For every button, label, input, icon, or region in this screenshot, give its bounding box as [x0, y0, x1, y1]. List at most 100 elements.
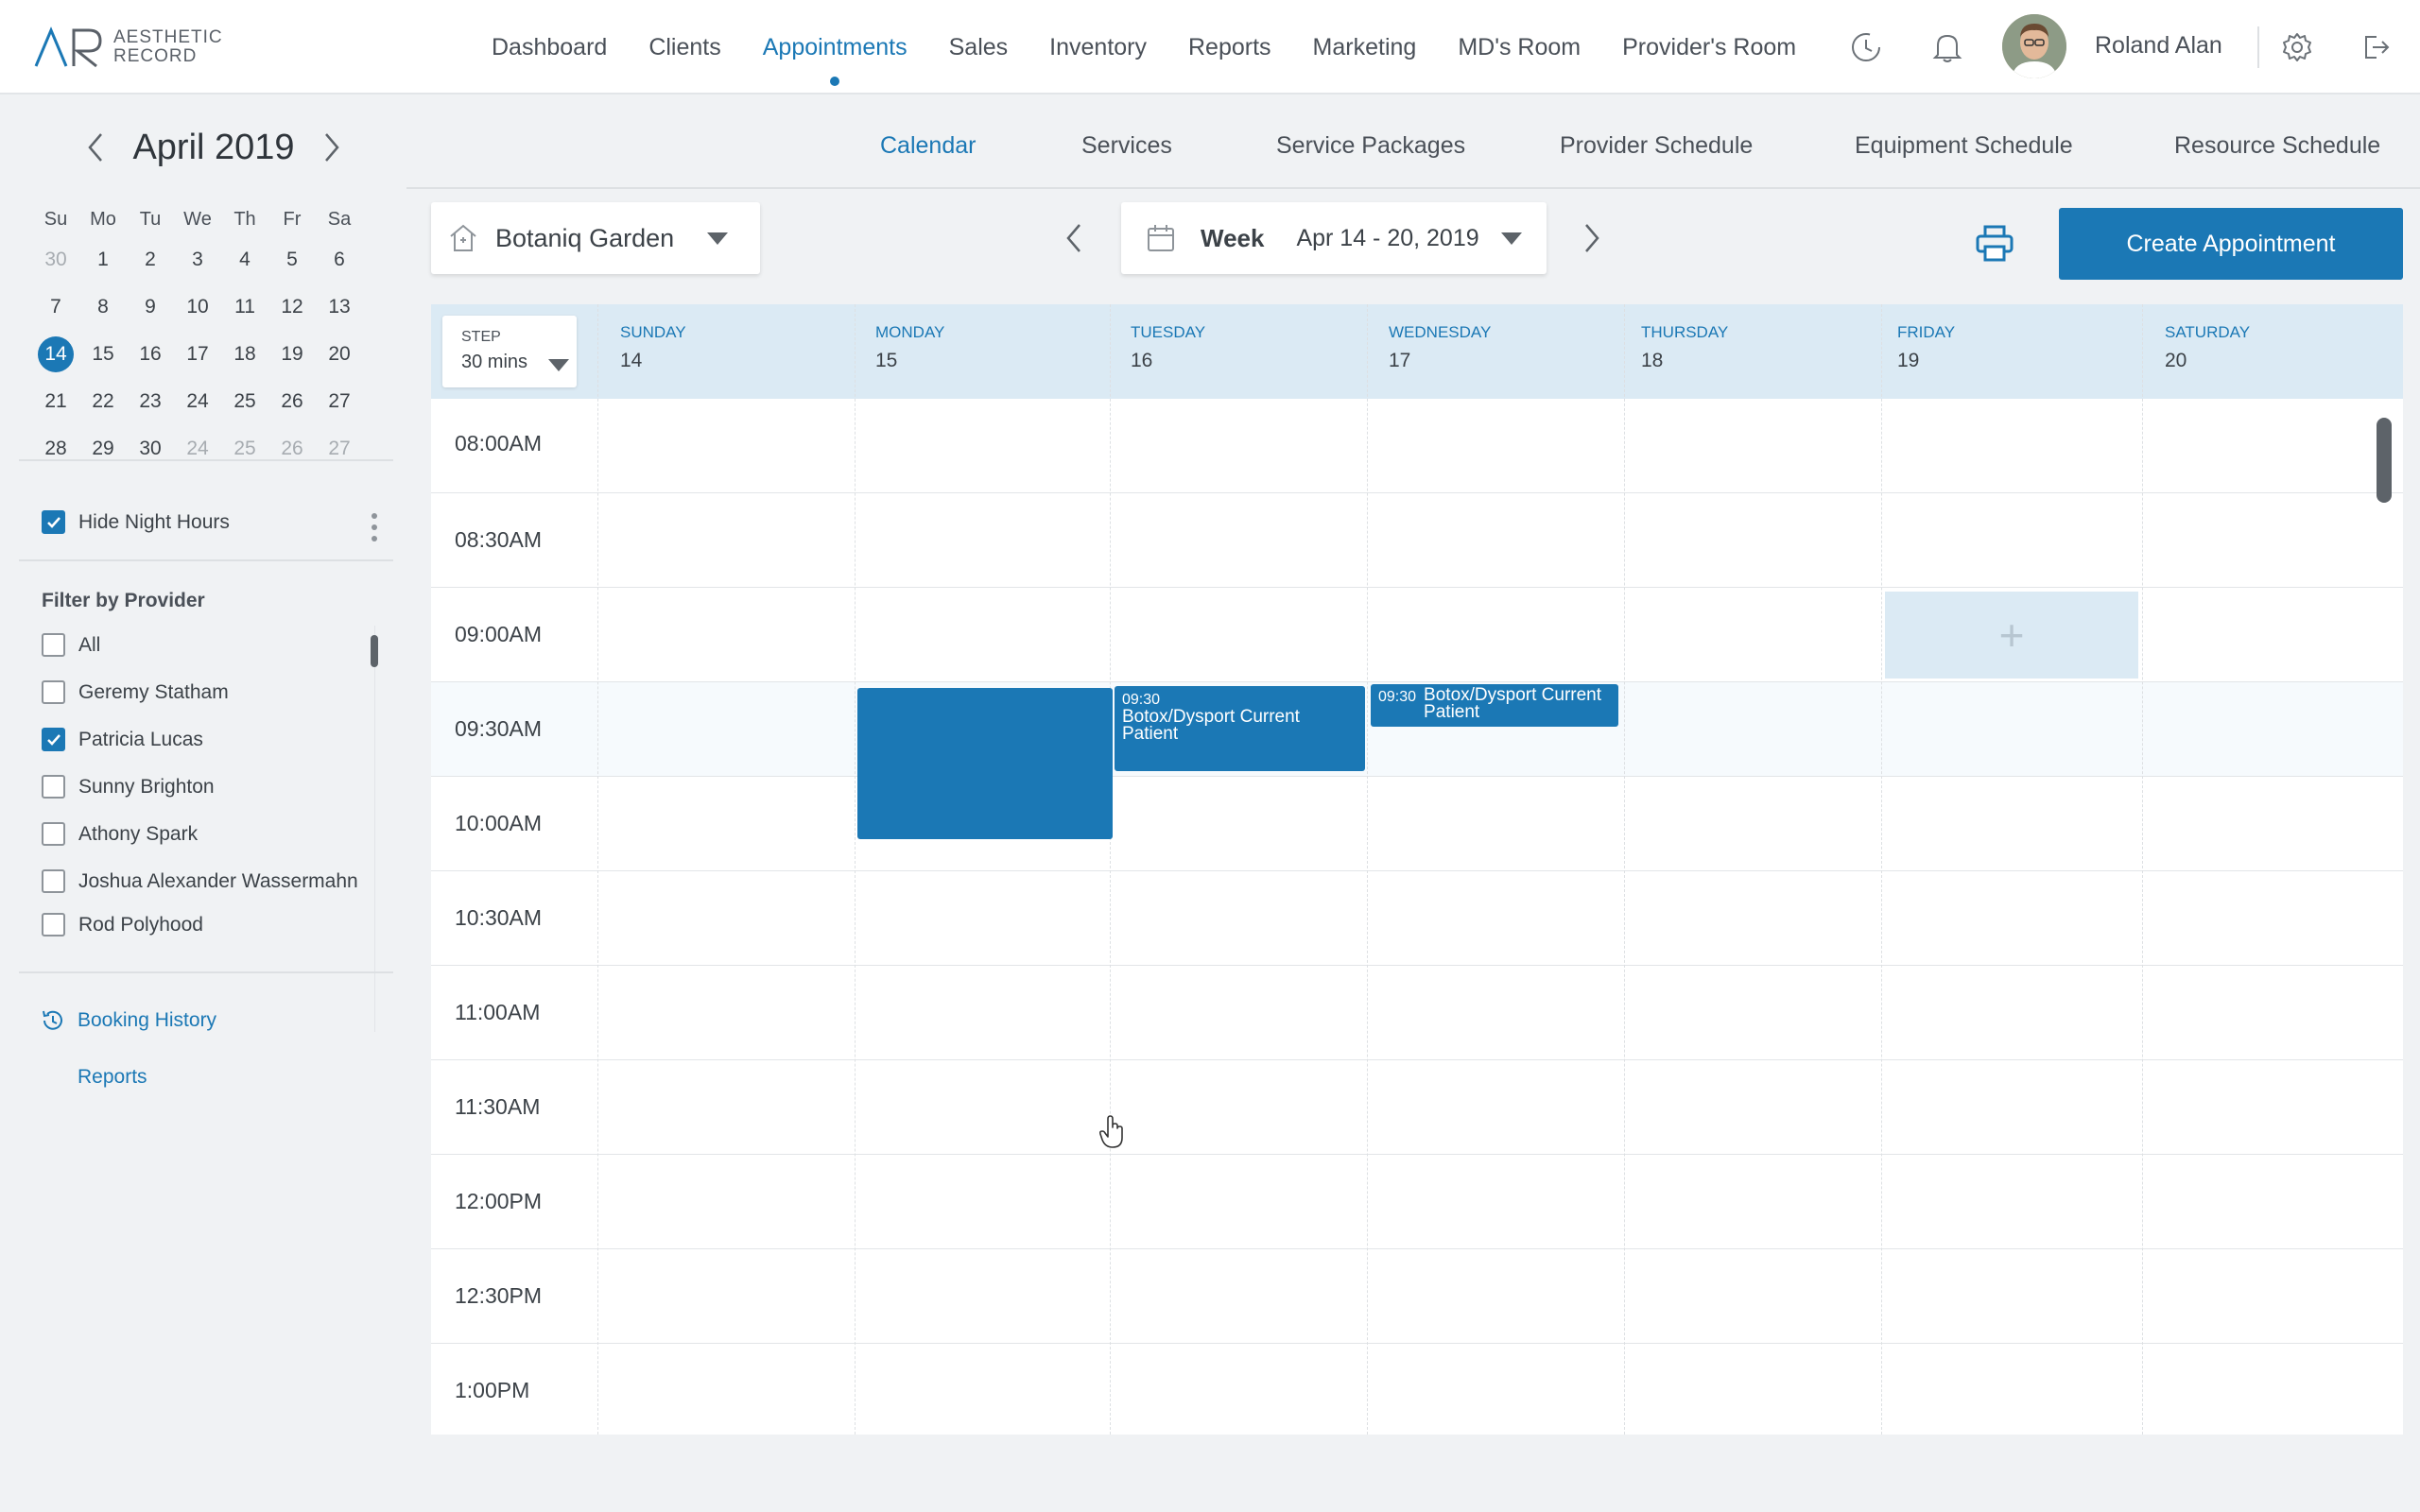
- day-cell[interactable]: 27: [316, 438, 363, 460]
- tab-provider-schedule[interactable]: Provider Schedule: [1560, 132, 1753, 160]
- booking-history-link[interactable]: Booking History: [78, 1009, 216, 1032]
- day-cell[interactable]: 25: [221, 390, 268, 413]
- day-cell[interactable]: 12: [268, 296, 316, 318]
- day-cell[interactable]: 21: [32, 390, 79, 413]
- day-cell[interactable]: 8: [79, 296, 127, 318]
- provider-filter-item[interactable]: Patricia Lucas: [42, 728, 203, 751]
- next-week-icon[interactable]: [1575, 217, 1609, 259]
- day-cell[interactable]: 30: [32, 249, 79, 271]
- day-cell[interactable]: 18: [221, 343, 268, 366]
- user-name[interactable]: Roland Alan: [2095, 32, 2222, 60]
- prev-month-icon[interactable]: [81, 129, 110, 166]
- provider-filter-item[interactable]: Rod Polyhood: [42, 913, 203, 936]
- day-cell[interactable]: 19: [268, 343, 316, 366]
- checkbox-icon[interactable]: [42, 822, 65, 846]
- bell-icon[interactable]: [1928, 28, 1966, 66]
- checkbox-icon[interactable]: [42, 633, 65, 657]
- day-cell[interactable]: 27: [316, 390, 363, 413]
- day-cell[interactable]: 26: [268, 390, 316, 413]
- avatar[interactable]: [2002, 14, 2066, 78]
- day-cell[interactable]: 7: [32, 296, 79, 318]
- day-cell[interactable]: 4: [221, 249, 268, 271]
- day-cell[interactable]: 24: [174, 390, 221, 413]
- day-cell[interactable]: 25: [221, 438, 268, 460]
- checkbox-icon[interactable]: [42, 775, 65, 799]
- checkbox-icon[interactable]: [42, 680, 65, 704]
- day-cell[interactable]: 29: [79, 438, 127, 460]
- nav-marketing[interactable]: Marketing: [1313, 34, 1417, 61]
- logo[interactable]: AESTHETIC RECORD: [34, 26, 223, 68]
- nav-appointments[interactable]: Appointments: [763, 34, 908, 86]
- day-cell[interactable]: 17: [174, 343, 221, 366]
- appointment-block-monday[interactable]: [857, 688, 1113, 839]
- next-month-icon[interactable]: [318, 129, 346, 166]
- time-row[interactable]: 1:00PM: [431, 1344, 2403, 1435]
- nav-inventory[interactable]: Inventory: [1049, 34, 1147, 61]
- day-cell[interactable]: 24: [174, 438, 221, 460]
- day-cell[interactable]: 26: [268, 438, 316, 460]
- provider-filter-all[interactable]: All: [42, 633, 100, 657]
- day-cell[interactable]: 11: [221, 296, 268, 318]
- prev-week-icon[interactable]: [1057, 217, 1091, 259]
- day-cell[interactable]: 30: [127, 438, 174, 460]
- day-cell[interactable]: 22: [79, 390, 127, 413]
- time-row[interactable]: 10:30AM: [431, 871, 2403, 966]
- appointment-block-wednesday[interactable]: 09:30 Botox/Dysport Current Patient: [1371, 684, 1618, 727]
- nav-dashboard[interactable]: Dashboard: [492, 34, 607, 61]
- day-cell[interactable]: 20: [316, 343, 363, 366]
- day-header-friday[interactable]: FRIDAY 19: [1897, 323, 1955, 372]
- day-cell[interactable]: 1: [79, 249, 127, 271]
- day-cell[interactable]: 28: [32, 438, 79, 460]
- provider-filter-item[interactable]: Joshua Alexander Wassermahn: [42, 869, 358, 893]
- time-row[interactable]: 12:00PM: [431, 1155, 2403, 1249]
- step-select[interactable]: STEP 30 mins: [442, 316, 577, 387]
- history-icon[interactable]: [40, 1007, 66, 1034]
- checkbox-checked-icon[interactable]: [42, 510, 65, 534]
- day-header-saturday[interactable]: SATURDAY 20: [2165, 323, 2250, 372]
- time-row[interactable]: 11:00AM: [431, 966, 2403, 1060]
- print-icon[interactable]: [1972, 221, 2017, 266]
- location-select[interactable]: Botaniq Garden: [431, 202, 760, 274]
- checkbox-checked-icon[interactable]: [42, 728, 65, 751]
- day-cell[interactable]: 16: [127, 343, 174, 366]
- gear-icon[interactable]: [2278, 28, 2316, 66]
- day-cell[interactable]: 2: [127, 249, 174, 271]
- provider-filter-item[interactable]: Sunny Brighton: [42, 775, 215, 799]
- day-header-wednesday[interactable]: WEDNESDAY 17: [1389, 323, 1491, 372]
- reports-link[interactable]: Reports: [78, 1066, 147, 1089]
- checkbox-icon[interactable]: [42, 913, 65, 936]
- tab-services[interactable]: Services: [1081, 132, 1172, 160]
- time-row[interactable]: 12:30PM: [431, 1249, 2403, 1344]
- day-cell[interactable]: 10: [174, 296, 221, 318]
- nav-reports[interactable]: Reports: [1188, 34, 1271, 61]
- day-header-sunday[interactable]: SUNDAY 14: [620, 323, 686, 372]
- tab-service-packages[interactable]: Service Packages: [1276, 132, 1465, 160]
- time-row[interactable]: 10:00AM: [431, 777, 2403, 871]
- day-header-monday[interactable]: MONDAY 15: [875, 323, 944, 372]
- tab-resource-schedule[interactable]: Resource Schedule: [2174, 132, 2380, 160]
- nav-mds-room[interactable]: MD's Room: [1458, 34, 1581, 61]
- time-row[interactable]: 08:00AM: [431, 399, 2403, 493]
- day-cell[interactable]: 9: [127, 296, 174, 318]
- add-appointment-slot[interactable]: +: [1885, 592, 2138, 679]
- day-cell[interactable]: 13: [316, 296, 363, 318]
- nav-providers-room[interactable]: Provider's Room: [1622, 34, 1796, 61]
- create-appointment-button[interactable]: Create Appointment: [2059, 208, 2403, 280]
- day-header-thursday[interactable]: THURSDAY 18: [1641, 323, 1728, 372]
- tab-calendar[interactable]: Calendar: [880, 132, 976, 160]
- day-cell-selected[interactable]: 14: [32, 336, 79, 372]
- provider-filter-item[interactable]: Geremy Statham: [42, 680, 229, 704]
- appointment-block-tuesday[interactable]: 09:30 Botox/Dysport Current Patient: [1115, 686, 1365, 771]
- clock-icon[interactable]: [1847, 28, 1885, 66]
- week-range-select[interactable]: Week Apr 14 - 20, 2019: [1121, 202, 1547, 274]
- day-cell[interactable]: 6: [316, 249, 363, 271]
- calendar-scrollbar[interactable]: [2377, 418, 2392, 503]
- checkbox-icon[interactable]: [42, 869, 65, 893]
- day-cell[interactable]: 23: [127, 390, 174, 413]
- time-row[interactable]: 08:30AM: [431, 493, 2403, 588]
- kebab-menu-icon[interactable]: [367, 510, 382, 544]
- day-header-tuesday[interactable]: TUESDAY 16: [1131, 323, 1205, 372]
- logout-icon[interactable]: [2358, 28, 2395, 66]
- day-cell[interactable]: 5: [268, 249, 316, 271]
- filter-scrollbar[interactable]: [371, 635, 378, 667]
